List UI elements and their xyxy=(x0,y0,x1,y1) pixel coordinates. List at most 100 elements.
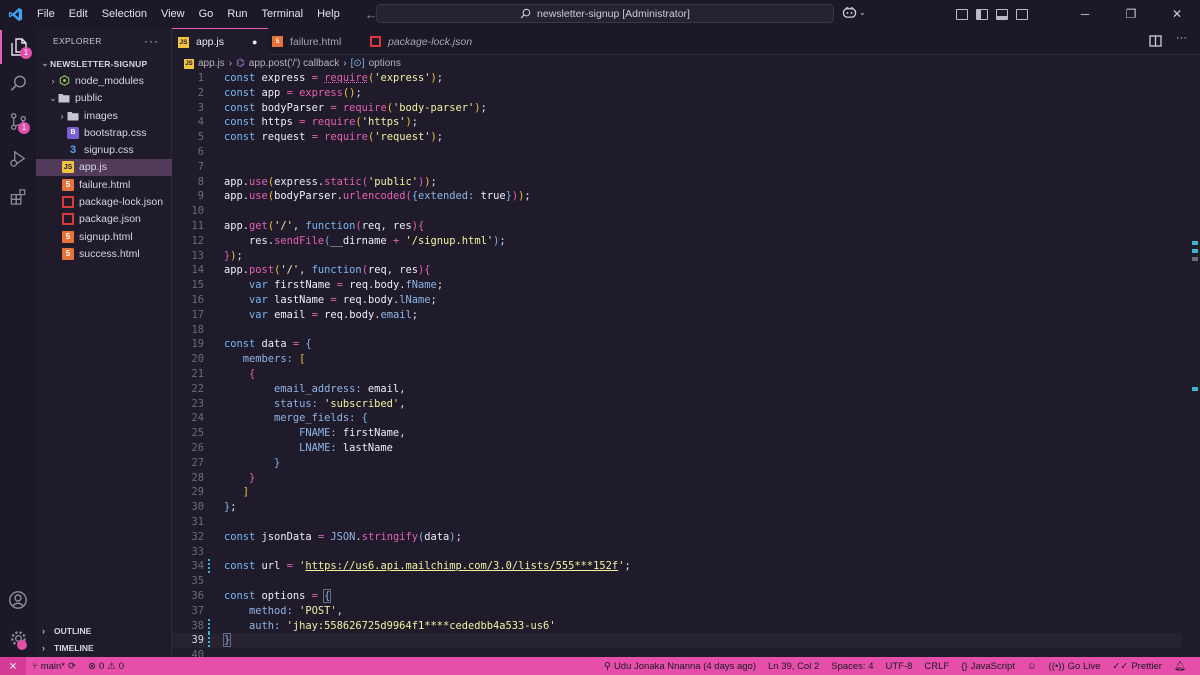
restore-icon[interactable]: ❐ xyxy=(1108,7,1154,21)
folder-open-icon xyxy=(58,92,70,104)
command-center[interactable]: newsletter-signup [Administrator] xyxy=(376,4,834,23)
more-actions-icon[interactable]: ··· xyxy=(144,34,159,48)
braces-icon: {} xyxy=(961,660,968,672)
minimize-icon[interactable]: ─ xyxy=(1062,7,1108,21)
toggle-panel-icon[interactable] xyxy=(996,8,1008,20)
activity-bar: 1 1 xyxy=(0,28,36,657)
html-icon: 5 xyxy=(62,178,74,191)
line-number: 7 xyxy=(197,160,204,173)
more-actions-icon[interactable]: ··· xyxy=(1176,32,1187,47)
prettier-status[interactable]: ✓✓ Prettier xyxy=(1106,661,1168,672)
tree-item-success-html[interactable]: 5 success.html xyxy=(36,245,172,262)
editor-scrollbar[interactable] xyxy=(1186,71,1200,657)
html-icon: 5 xyxy=(62,230,74,243)
tree-item-node-modules[interactable]: › node_modules xyxy=(36,72,172,89)
source-control-activity[interactable]: 1 xyxy=(0,104,36,138)
tree-item-label: signup.css xyxy=(84,144,134,157)
tab-package-lock-json[interactable]: package-lock.json xyxy=(364,28,484,55)
tab-app-js[interactable]: JS app.js ● xyxy=(172,28,268,55)
folder-icon xyxy=(67,110,79,122)
status-bar: ⨯ ⑂ main* ⟳ ⊗ 0 ⚠ 0 ⚲ Udu Jonaka Nnanna … xyxy=(0,657,1200,675)
bell-icon: 🔔︎ xyxy=(1173,660,1186,672)
double-check-icon: ✓✓ xyxy=(1112,660,1129,672)
git-blame-status[interactable]: ⚲ Udu Jonaka Nnanna (4 days ago) xyxy=(598,661,762,672)
tree-item-public[interactable]: ⌄ public xyxy=(36,90,172,107)
code-editor[interactable]: 1 const express = require('express'); 2 co… xyxy=(172,71,1200,657)
notifications-button[interactable]: 🔔︎ xyxy=(1168,661,1192,672)
prettier-label: Prettier xyxy=(1131,660,1162,672)
go-live-button[interactable]: ((•)) Go Live xyxy=(1043,661,1107,672)
unsaved-dot-icon[interactable]: ● xyxy=(252,37,257,47)
menu-help[interactable]: Help xyxy=(310,8,347,20)
line-number: 30 xyxy=(191,501,204,514)
tree-item-package-json[interactable]: package.json xyxy=(36,211,172,228)
position-label: Ln 39, Col 2 xyxy=(768,660,820,672)
url-link[interactable]: https://us6.api.mailchimp.com/3.0/lists/… xyxy=(305,560,618,572)
indentation-status[interactable]: Spaces: 4 xyxy=(825,661,879,672)
tree-item-package-lock-json[interactable]: package-lock.json xyxy=(36,193,172,210)
branch-label: main* xyxy=(40,660,65,672)
chevron-right-icon: › xyxy=(42,642,45,653)
customize-layout-icon[interactable] xyxy=(956,8,968,20)
tree-item-signup-css[interactable]: 3 signup.css xyxy=(36,141,172,158)
split-editor-icon[interactable] xyxy=(1149,35,1162,47)
breadcrumb-file[interactable]: app.js xyxy=(198,58,225,69)
code-line: 13}); xyxy=(172,249,1182,264)
encoding-status[interactable]: UTF-8 xyxy=(880,661,919,672)
tree-root-label: NEWSLETTER-SIGNUP xyxy=(50,58,148,69)
copilot-icon: ☺ xyxy=(1026,660,1037,672)
menu-view[interactable]: View xyxy=(154,8,192,20)
copilot-status[interactable]: ☺ xyxy=(1021,661,1043,672)
breadcrumb-function[interactable]: app.post('/') callback xyxy=(249,58,340,69)
run-debug-activity[interactable] xyxy=(0,141,36,175)
code-line: 29 ] xyxy=(172,485,1182,500)
code-line: 5 const request = require('request'); xyxy=(172,130,1182,145)
tree-item-signup-html[interactable]: 5 signup.html xyxy=(36,228,172,245)
line-number: 13 xyxy=(191,249,204,262)
tree-root-folder[interactable]: ⌄ NEWSLETTER-SIGNUP xyxy=(36,55,172,72)
menu-run[interactable]: Run xyxy=(220,8,254,20)
eol-status[interactable]: CRLF xyxy=(918,661,955,672)
line-number: 35 xyxy=(191,575,204,588)
tree-item-app-js[interactable]: JS app.js xyxy=(36,158,172,177)
explorer-header: EXPLORER ··· xyxy=(36,28,171,54)
manage-activity[interactable] xyxy=(0,621,36,655)
tab-failure-html[interactable]: 5 failure.html xyxy=(268,28,364,55)
toggle-primary-sidebar-icon[interactable] xyxy=(976,8,988,20)
code-line: 20 members: [ xyxy=(172,352,1182,367)
language-mode[interactable]: {} JavaScript xyxy=(955,661,1021,672)
code-line: 31 xyxy=(172,515,1182,530)
code-line: 25 FNAME: firstName, xyxy=(172,426,1182,441)
close-icon[interactable]: ✕ xyxy=(1154,7,1200,21)
outline-section[interactable]: › OUTLINE xyxy=(36,622,172,639)
branch-status[interactable]: ⑂ main* ⟳ xyxy=(26,661,82,672)
code-line: 35 xyxy=(172,574,1182,589)
copilot-menu[interactable]: ⌄ xyxy=(842,6,866,19)
tree-item-images[interactable]: › images xyxy=(36,107,172,124)
tree-item-failure-html[interactable]: 5 failure.html xyxy=(36,176,172,193)
search-activity[interactable] xyxy=(0,66,36,100)
menu-terminal[interactable]: Terminal xyxy=(255,8,311,20)
title-bar: File Edit Selection View Go Run Terminal… xyxy=(0,0,1200,28)
scroll-marker xyxy=(1192,257,1198,261)
problems-status[interactable]: ⊗ 0 ⚠ 0 xyxy=(82,661,130,672)
code-line: 33 xyxy=(172,545,1182,560)
accounts-activity[interactable] xyxy=(0,583,36,617)
explorer-title: EXPLORER xyxy=(53,36,102,46)
timeline-section[interactable]: › TIMELINE xyxy=(36,639,172,656)
chevron-down-icon: ⌄ xyxy=(49,92,57,103)
explorer-activity[interactable]: 1 xyxy=(0,30,36,64)
tree-item-bootstrap-css[interactable]: B bootstrap.css xyxy=(36,124,172,141)
extensions-activity[interactable] xyxy=(0,179,36,213)
line-number: 33 xyxy=(191,545,204,558)
toggle-secondary-sidebar-icon[interactable] xyxy=(1016,8,1028,20)
menu-selection[interactable]: Selection xyxy=(95,8,154,20)
line-number: 21 xyxy=(191,368,204,380)
menu-file[interactable]: File xyxy=(30,8,62,20)
menu-edit[interactable]: Edit xyxy=(62,8,95,20)
cursor-position[interactable]: Ln 39, Col 2 xyxy=(762,661,825,672)
search-icon xyxy=(10,75,26,91)
breadcrumb-symbol[interactable]: options xyxy=(369,58,401,69)
menu-go[interactable]: Go xyxy=(192,8,221,20)
remote-indicator[interactable]: ⨯ xyxy=(0,657,26,675)
